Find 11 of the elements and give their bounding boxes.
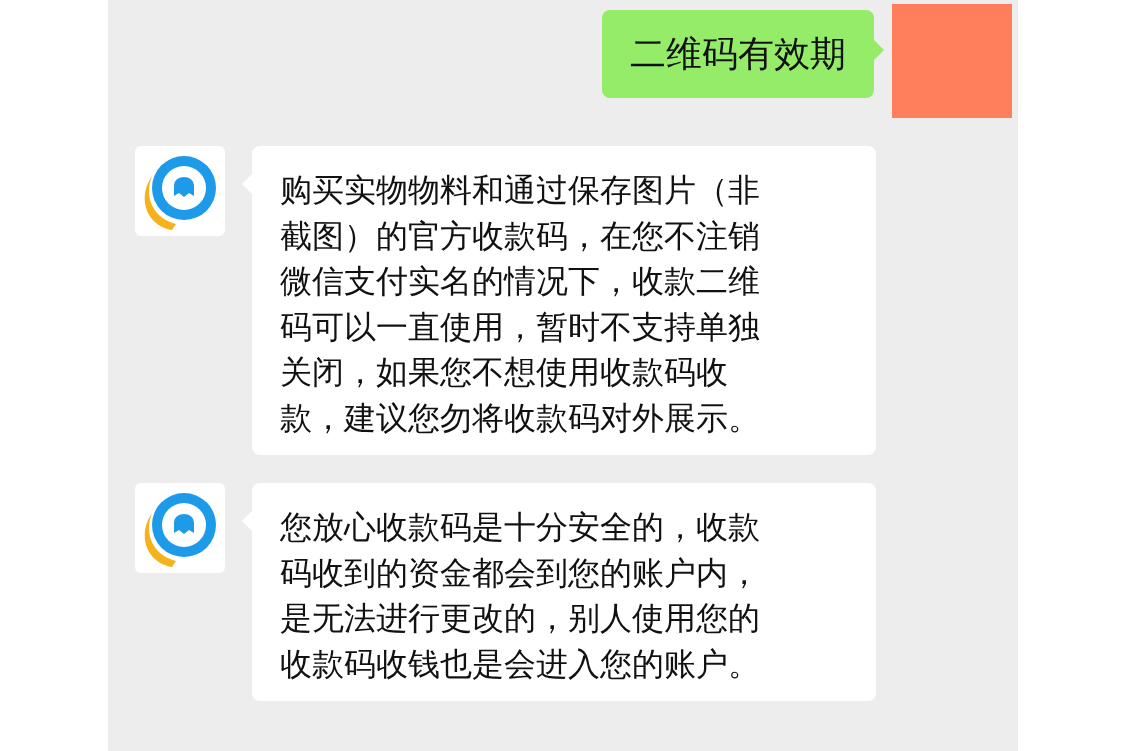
message-text: 截图）的官方收款码，在您不注销 [280, 216, 760, 256]
message-text: 码收到的资金都会到您的账户内， [280, 553, 760, 593]
message-text: 是无法进行更改的，别人使用您的 [280, 599, 760, 638]
message-text: 关闭，如果您不想使用收款码收 [280, 353, 728, 392]
message-text: 微信支付实名的情况下，收款二维 [280, 262, 760, 301]
message-text: 收款码收钱也是会进入您的账户。 [280, 644, 760, 684]
message-text: 款，建议您勿将收款码对外展示。 [280, 398, 760, 438]
message-text: 二维码有效期 [630, 32, 846, 76]
message-text: 购买实物物料和通过保存图片（非 [280, 171, 760, 210]
message-text: 您放心收款码是十分安全的，收款 [280, 508, 760, 547]
message-text: 码可以一直使用，暂时不支持单独 [280, 307, 760, 347]
